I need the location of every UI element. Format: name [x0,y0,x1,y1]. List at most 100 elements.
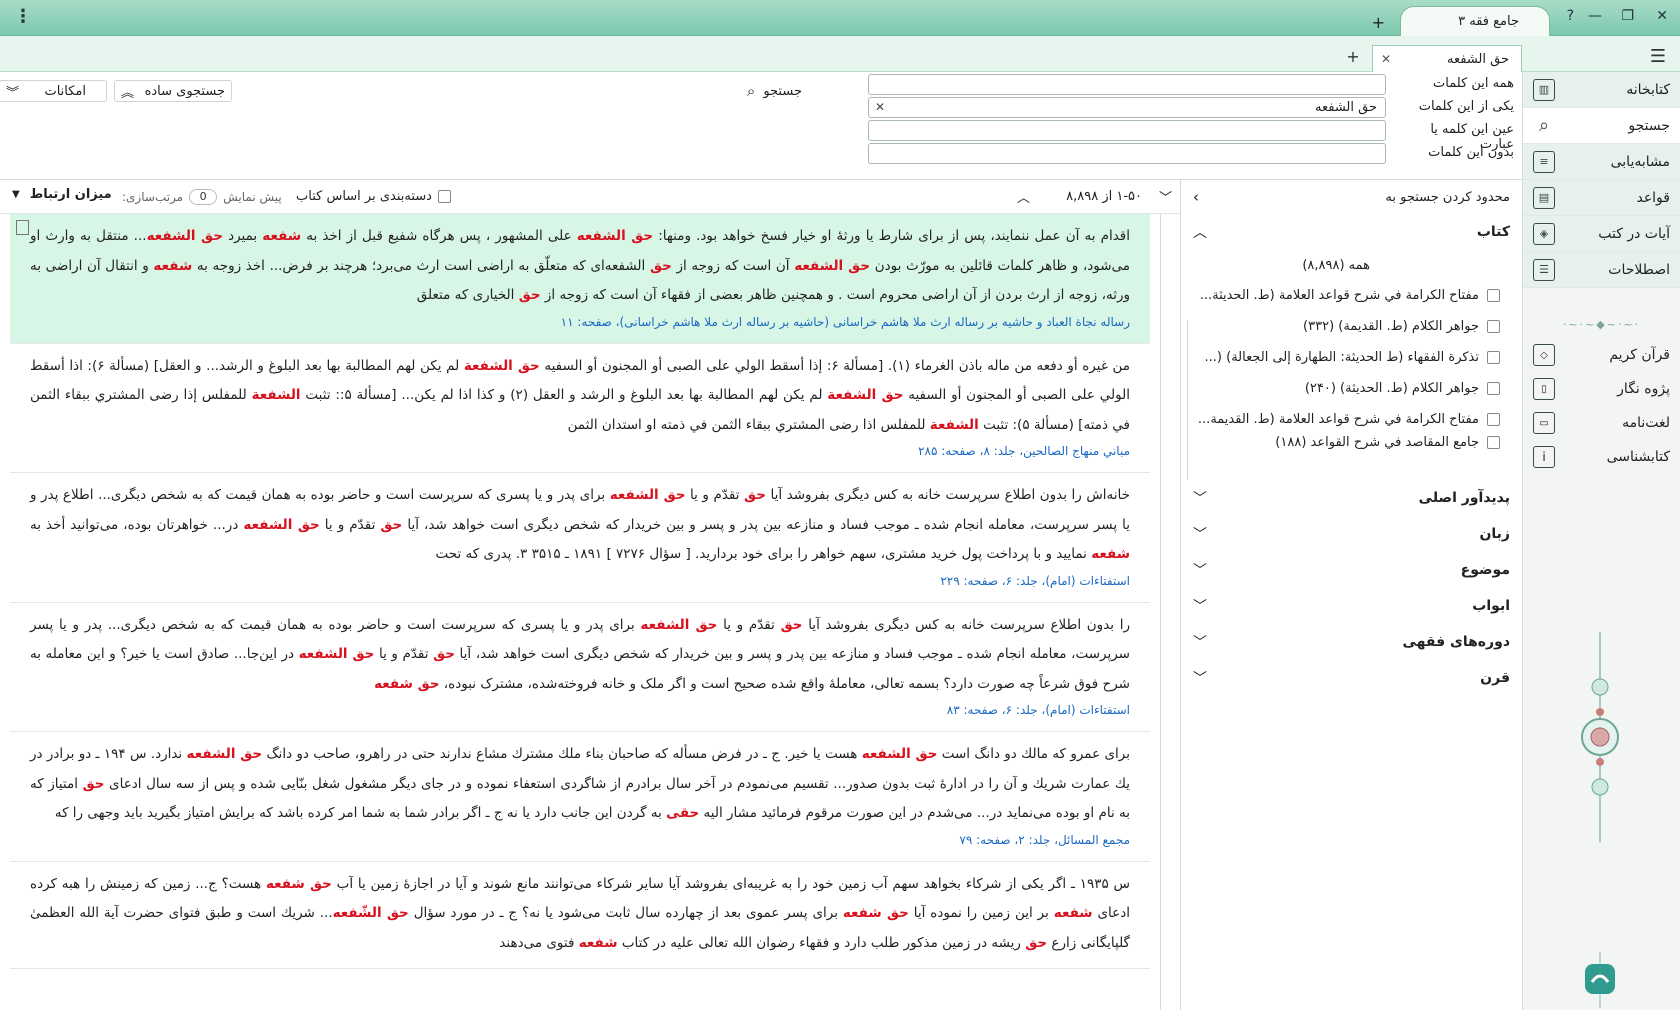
notes-icon: ▯ [1533,378,1555,400]
result-item[interactable]: خانه‌اش را بدون اطلاع سرپرست خانه به کس … [10,473,1150,603]
maximize-icon[interactable]: ❐ [1621,8,1634,24]
book-item[interactable]: تذكرة الفقهاء (ط الحديثة: الطهارة إلى ال… [1181,342,1500,373]
filter-section-author[interactable]: پدیدآور اصلی ﹀ [1181,480,1522,516]
book-checkbox[interactable] [1487,413,1500,426]
filter-section-century[interactable]: قرن ﹀ [1181,660,1522,696]
book-checkbox[interactable] [1487,382,1500,395]
filter-section-language[interactable]: زبان ﹀ [1181,516,1522,552]
result-source-link[interactable]: استفتاءات (امام)، جلد: ۶، صفحه: ۲۲۹ [30,570,1130,592]
exact-phrase-input[interactable] [868,120,1386,141]
filter-section-label: دوره‌های فقهی [1402,634,1510,650]
book-item[interactable]: مفتاح الكرامة في شرح قواعد العلامة (ط. ا… [1181,404,1500,435]
clear-input-icon[interactable]: ✕ [875,100,885,114]
keyword-highlight: شفعه [578,934,618,951]
filter-section-label: موضوع [1460,562,1510,578]
help-icon[interactable]: ? [1567,8,1574,24]
filter-section-periods[interactable]: دوره‌های فقهی ﹀ [1181,624,1522,660]
sort-dropdown[interactable]: میزان ارتباط ▼ [12,187,112,202]
more-menu-icon[interactable]: ⋮ [14,6,32,27]
sidebar-item-verses[interactable]: آیات در کتب ◈ [1523,216,1680,252]
minimize-icon[interactable]: — [1588,8,1602,24]
result-item[interactable]: س ۱۹۳۵ ـ اگر يكى از شركاء بخواهد سهم آب … [10,862,1150,969]
app-tab-label: جامع فقه ۳ [1458,14,1519,29]
keyword-highlight: حق الشفعه [861,746,938,762]
keyword-highlight: حق الشفعه [186,746,263,762]
sidebar-item-dictionary[interactable]: لغت‌نامه ▭ [1523,406,1680,440]
result-item[interactable]: من غيره أو دفعه من ماله باذن الغرماء (۱)… [10,344,1150,473]
book-label: جواهر الكلام (ط. الحديثة) (۲۴۰) [1304,381,1479,396]
all-books-item[interactable]: همه (۸,۸۹۸) [1181,250,1500,280]
book-list-scrollbar[interactable] [1187,320,1197,480]
books-section-header[interactable]: کتاب ︿ [1181,214,1522,250]
keyword-highlight: حق الشفعه [640,616,718,633]
next-result-icon[interactable]: ﹀ [1159,187,1172,206]
result-snippet: اقدام به آن عمل ننمایند، پس از برای شارط… [30,228,1131,303]
book-checkbox[interactable] [1487,320,1500,333]
add-app-tab-icon[interactable]: + [1372,13,1385,32]
chevron-down-icon: ﹀ [1193,527,1207,543]
group-by-book-checkbox[interactable] [437,190,451,203]
result-source-link[interactable]: استفتاءات (امام)، جلد: ۶، صفحه: ۸۳ [30,699,1130,721]
book-item[interactable]: جامع المقاصد في شرح القواعد (۱۸۸) [1181,435,1500,449]
search-button[interactable]: جستجو ⌕ [712,80,802,102]
book-label: تذكرة الفقهاء (ط الحديثة: الطهارة إلى ال… [1204,350,1479,365]
any-words-input[interactable]: حق الشفعه ✕ [868,97,1386,118]
sidebar-item-label: آیات در کتب [1598,225,1670,242]
result-snippet: را بدون اطلاع سرپرست خانه به کس دیگری بف… [30,616,1131,692]
sidebar-item-quran[interactable]: قرآن کریم ◇ [1523,338,1680,372]
all-words-label: همه این کلمات [1433,76,1514,91]
hamburger-menu-icon[interactable]: ☰ [1650,46,1666,67]
result-count: ۱-۵۰ از ۸,۸۹۸ [1066,189,1142,204]
sidebar-item-search[interactable]: جستجو ⌕ [1523,108,1680,144]
book-checkbox[interactable] [1487,351,1500,364]
options-button[interactable]: امکانات ︾ [0,80,107,102]
sidebar-item-rules[interactable]: قواعد ▤ [1523,180,1680,216]
book-label: مفتاح الكرامة في شرح قواعد العلامة (ط. ا… [1197,412,1479,427]
sidebar-item-notes[interactable]: پژوه نگار ▯ [1523,372,1680,406]
exclude-words-label: بدون این کلمات [1428,145,1514,160]
sidebar-item-label: لغت‌نامه [1622,415,1670,431]
filter-section-label: زبان [1479,526,1510,542]
sidebar-item-terms[interactable]: اصطلاحات ☰ [1523,252,1680,288]
book-label: مفتاح الكرامة في شرح قواعد العلامة (ط. ا… [1199,288,1479,303]
results-scrollbar[interactable] [1160,214,1172,1010]
book-item[interactable]: جواهر الكلام (ط. القديمة) (۳۳۲) [1181,311,1500,342]
app-tab[interactable]: جامع فقه ۳ [1400,6,1550,36]
result-item[interactable]: اقدام به آن عمل ننمایند، پس از برای شارط… [10,214,1150,344]
terms-icon: ☰ [1533,258,1555,281]
filter-section-chapters[interactable]: ابواب ﹀ [1181,588,1522,624]
sort-label: مرتب‌سازی: [122,190,184,204]
all-words-input[interactable] [868,74,1386,95]
result-item[interactable]: را بدون اطلاع سرپرست خانه به کس دیگری بف… [10,603,1150,732]
close-tab-icon[interactable]: ✕ [1381,52,1391,66]
prev-result-icon[interactable]: ︿ [1017,187,1030,206]
document-icon[interactable] [16,220,29,235]
result-source-link[interactable]: رساله نجاة العباد و حاشیه بر رساله ارث م… [30,311,1130,333]
add-tab-icon[interactable]: + [1344,49,1362,67]
result-source-link[interactable]: مجمع المسائل، جلد: ۲، صفحه: ۷۹ [30,829,1130,851]
rules-icon: ▤ [1533,186,1555,209]
simple-search-button[interactable]: جستجوی ساده ︽ [114,80,232,102]
keyword-highlight: حق شفعه [842,905,909,921]
chevron-up-icon: ︽ [121,85,135,101]
book-item[interactable]: مفتاح الكرامة في شرح قواعد العلامة (ط. ا… [1181,280,1500,311]
search-button-label: جستجو [763,83,802,99]
filter-header-label: محدود کردن جستجو به [1385,189,1510,205]
document-tab[interactable]: حق الشفعه ✕ [1372,45,1522,73]
result-item[interactable]: برای عمرو که مالك دو دانگ است حق الشفعه … [10,732,1150,862]
book-item[interactable]: جواهر الكلام (ط. الحديثة) (۲۴۰) [1181,373,1500,404]
document-tab-bar: ☰ حق الشفعه ✕ + [0,36,1680,73]
close-icon[interactable]: ✕ [1656,8,1668,24]
group-by-book[interactable]: دسته‌بندی بر اساس کتاب [296,189,451,204]
book-checkbox[interactable] [1487,435,1500,449]
sidebar-item-bibliography[interactable]: کتابشناسی i [1523,440,1680,474]
sidebar-item-library[interactable]: کتابخانه ▥ [1523,72,1680,108]
preview-stepper[interactable]: 0 [189,189,218,205]
exclude-words-input[interactable] [868,143,1386,164]
sidebar-item-similar[interactable]: مشابه‌یابی ≡ [1523,144,1680,180]
filter-section-subject[interactable]: موضوع ﹀ [1181,552,1522,588]
collapse-panel-icon[interactable]: › [1193,188,1199,206]
keyword-highlight: حق الشفعه [146,228,223,244]
result-source-link[interactable]: مباني منهاج الصالحين، جلد: ۸، صفحه: ۲۸۵ [30,440,1130,462]
book-checkbox[interactable] [1487,289,1500,302]
